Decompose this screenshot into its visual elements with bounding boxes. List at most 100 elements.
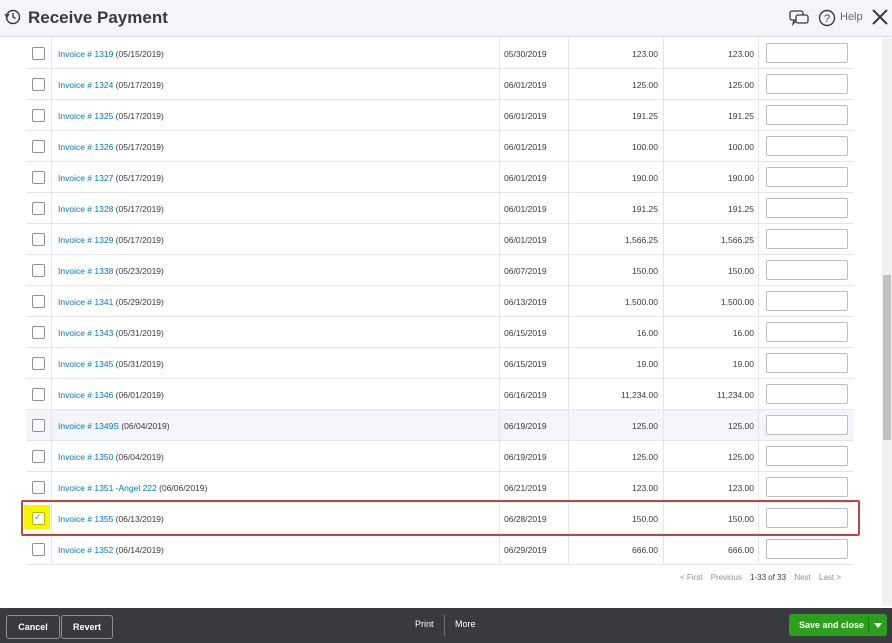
row-checkbox[interactable]	[32, 543, 45, 556]
open-balance: 123.00	[728, 483, 754, 493]
pager-last[interactable]: Last >	[819, 573, 841, 582]
payment-input[interactable]	[766, 384, 848, 404]
svg-text:?: ?	[824, 13, 830, 25]
column-divider	[568, 503, 569, 533]
help-icon[interactable]: ?	[818, 9, 836, 27]
row-checkbox[interactable]	[32, 357, 45, 370]
table-row: Invoice # 1343 (05/31/2019) 06/15/2019 1…	[26, 317, 854, 348]
row-checkbox[interactable]	[32, 264, 45, 277]
due-date: 06/15/2019	[504, 359, 547, 369]
invoice-date: (05/17/2019)	[113, 235, 164, 245]
row-checkbox[interactable]	[32, 109, 45, 122]
payment-input[interactable]	[766, 415, 848, 435]
payment-input[interactable]	[766, 446, 848, 466]
invoice-link[interactable]: Invoice # 1351 -Angel 222	[58, 483, 157, 493]
cancel-button[interactable]: Cancel	[6, 615, 60, 639]
revert-button[interactable]: Revert	[61, 615, 113, 639]
payment-input[interactable]	[766, 322, 848, 342]
column-divider	[499, 69, 500, 99]
invoice-description: Invoice # 1343 (05/31/2019)	[58, 328, 164, 338]
row-checkbox[interactable]	[32, 171, 45, 184]
save-and-close-label[interactable]: Save and close	[799, 620, 864, 630]
column-divider	[758, 472, 759, 502]
payment-input[interactable]	[766, 260, 848, 280]
row-checkbox[interactable]	[32, 481, 45, 494]
invoice-link[interactable]: Invoice # 1324	[58, 80, 113, 90]
invoice-description: Invoice # 1329 (05/17/2019)	[58, 235, 164, 245]
column-divider	[663, 379, 664, 409]
payment-input[interactable]	[766, 43, 848, 63]
print-button[interactable]: Print	[415, 619, 434, 629]
invoice-link[interactable]: Invoice # 1329	[58, 235, 113, 245]
invoice-link[interactable]: Invoice # 1345	[58, 359, 113, 369]
table-row: Invoice # 1329 (05/17/2019) 06/01/2019 1…	[26, 224, 854, 255]
open-balance: 19.00	[732, 359, 754, 369]
row-checkbox[interactable]	[32, 233, 45, 246]
invoice-link[interactable]: Invoice # 1350	[58, 452, 113, 462]
row-checkbox[interactable]	[32, 295, 45, 308]
save-and-close-button[interactable]: Save and close	[789, 614, 887, 636]
invoice-link[interactable]: Invoice # 1327	[58, 173, 113, 183]
column-divider	[758, 317, 759, 347]
row-checkbox[interactable]	[32, 450, 45, 463]
pager-first[interactable]: < First	[680, 573, 702, 582]
column-divider	[663, 224, 664, 254]
column-divider	[51, 38, 52, 68]
payment-input[interactable]	[766, 198, 848, 218]
feedback-chat-icon[interactable]	[789, 9, 809, 27]
scrollbar-thumb[interactable]	[883, 275, 891, 440]
payment-input[interactable]	[766, 539, 848, 559]
invoice-link[interactable]: Invoice # 1349S	[58, 421, 119, 431]
payment-input[interactable]	[766, 353, 848, 373]
due-date: 06/07/2019	[504, 266, 547, 276]
help-label[interactable]: Help	[840, 11, 863, 23]
more-button[interactable]: More	[455, 619, 476, 629]
row-checkbox[interactable]	[32, 388, 45, 401]
column-divider	[663, 69, 664, 99]
column-divider	[568, 317, 569, 347]
payment-input[interactable]	[766, 508, 848, 528]
payment-input[interactable]	[766, 167, 848, 187]
invoice-description: Invoice # 1319 (05/15/2019)	[58, 49, 164, 59]
column-divider	[568, 348, 569, 378]
pager-previous[interactable]: Previous	[711, 573, 742, 582]
row-checkbox[interactable]	[32, 78, 45, 91]
invoice-link[interactable]: Invoice # 1355	[58, 514, 113, 524]
invoice-link[interactable]: Invoice # 1319	[58, 49, 113, 59]
recent-history-icon[interactable]	[4, 8, 22, 26]
open-balance: 1,500.00	[720, 297, 754, 307]
row-checkbox[interactable]	[32, 47, 45, 60]
close-icon[interactable]	[871, 8, 889, 26]
payment-input[interactable]	[766, 74, 848, 94]
table-row: Invoice # 1319 (05/15/2019) 05/30/2019 1…	[26, 38, 854, 69]
chevron-down-icon[interactable]	[874, 623, 882, 628]
due-date: 06/21/2019	[504, 483, 547, 493]
payment-input[interactable]	[766, 105, 848, 125]
column-divider	[499, 100, 500, 130]
pager-next[interactable]: Next	[794, 573, 810, 582]
invoice-link[interactable]: Invoice # 1343	[58, 328, 113, 338]
row-checkbox[interactable]	[32, 419, 45, 432]
invoice-link[interactable]: Invoice # 1326	[58, 142, 113, 152]
invoice-link[interactable]: Invoice # 1341	[58, 297, 113, 307]
payment-input[interactable]	[766, 229, 848, 249]
pager-range: 1-33 of 33	[750, 573, 787, 582]
payment-input[interactable]	[766, 136, 848, 156]
row-checkbox[interactable]: ✓	[32, 512, 45, 525]
invoice-link[interactable]: Invoice # 1338	[58, 266, 113, 276]
column-divider	[568, 534, 569, 564]
row-checkbox[interactable]	[32, 202, 45, 215]
column-divider	[758, 379, 759, 409]
row-checkbox[interactable]	[32, 326, 45, 339]
invoice-date: (05/23/2019)	[113, 266, 164, 276]
column-divider	[568, 286, 569, 316]
invoice-link[interactable]: Invoice # 1352	[58, 545, 113, 555]
invoice-link[interactable]: Invoice # 1328	[58, 204, 113, 214]
invoice-link[interactable]: Invoice # 1346	[58, 390, 113, 400]
column-divider	[51, 69, 52, 99]
payment-input[interactable]	[766, 477, 848, 497]
row-checkbox[interactable]	[32, 140, 45, 153]
invoice-link[interactable]: Invoice # 1325	[58, 111, 113, 121]
column-divider	[758, 193, 759, 223]
payment-input[interactable]	[766, 291, 848, 311]
